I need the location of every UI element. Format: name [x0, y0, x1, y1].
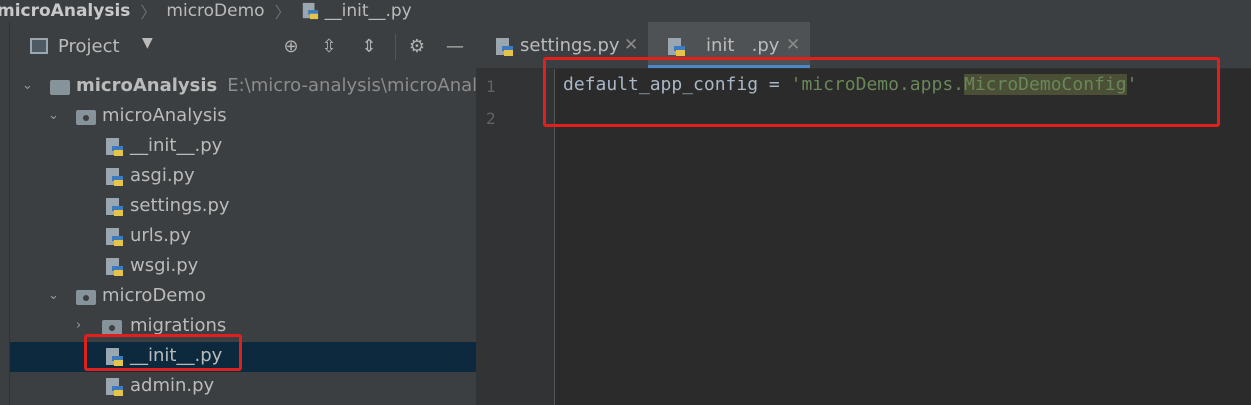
chevron-down-icon[interactable]: ⌄ — [22, 78, 33, 93]
breadcrumb-file-label: __init__.py — [324, 1, 412, 21]
tree-item-folder[interactable]: ⌄ microDemo — [10, 282, 476, 312]
chevron-right-icon[interactable]: › — [76, 318, 81, 333]
header-divider — [395, 34, 396, 60]
python-file-icon — [106, 258, 123, 276]
chevron-down-icon[interactable]: ▼ — [142, 35, 153, 51]
python-file-icon — [668, 38, 685, 56]
package-folder-icon — [76, 110, 96, 125]
tree-item-file[interactable]: settings.py — [10, 192, 476, 222]
expand-all-icon[interactable]: ⇳ — [318, 36, 340, 58]
tree-item-file[interactable]: admin.py — [10, 372, 476, 402]
breadcrumb: microAnalysis 〉 microDemo 〉 __init__.py — [0, 0, 1251, 23]
left-tool-strip — [0, 22, 10, 405]
close-icon[interactable]: ✕ — [786, 35, 800, 55]
tree-item-file[interactable]: asgi.py — [10, 162, 476, 192]
tree-item-file-selected[interactable]: __init__.py — [10, 342, 476, 372]
gear-icon[interactable]: ⚙ — [406, 36, 428, 58]
breadcrumb-separator: 〉 — [140, 3, 157, 22]
tab-label: settings.py — [520, 35, 620, 56]
python-file-icon — [106, 138, 123, 156]
python-file-icon — [302, 2, 318, 20]
tab-label: init .py — [706, 35, 780, 56]
line-number: 2 — [486, 109, 496, 128]
module-folder-icon — [50, 80, 70, 95]
tree-item-file[interactable]: wsgi.py — [10, 252, 476, 282]
project-panel-header: Project ▼ ⊕ ⇳ ⇕ ⚙ — — [10, 22, 476, 72]
breadcrumb-folder[interactable]: microDemo — [166, 1, 264, 21]
annotation-highlight-box — [84, 334, 242, 371]
tree-item-root[interactable]: ⌄ microAnalysis E:\micro-analysis\microAn… — [10, 72, 512, 102]
chevron-down-icon[interactable]: ⌄ — [48, 108, 59, 123]
python-file-icon — [106, 168, 123, 186]
tree-item-label: urls.py — [130, 225, 191, 246]
minimize-icon[interactable]: — — [444, 36, 466, 58]
tree-item-label: wsgi.py — [130, 255, 199, 276]
line-number: 1 — [486, 77, 496, 96]
breadcrumb-separator: 〉 — [274, 3, 291, 22]
close-icon[interactable]: ✕ — [624, 35, 638, 55]
tree-item-label: asgi.py — [130, 165, 195, 186]
tree-item-label: admin.py — [130, 375, 215, 396]
package-folder-icon — [102, 320, 122, 335]
annotation-highlight-box — [543, 57, 1220, 127]
tree-item-path: E:\micro-analysis\microAnalysis — [227, 75, 512, 96]
project-view-icon — [30, 38, 48, 54]
python-file-icon — [496, 38, 513, 56]
project-view-label[interactable]: Project — [58, 36, 120, 57]
tree-item-folder[interactable]: › migrations — [10, 312, 476, 342]
python-file-icon — [106, 228, 123, 246]
tree-item-label: migrations — [130, 315, 227, 336]
tree-item-label: settings.py — [130, 195, 230, 216]
tree-item-label: microDemo — [102, 285, 206, 306]
tree-item-file[interactable]: __init__.py — [10, 132, 476, 162]
python-file-icon — [106, 378, 123, 396]
collapse-all-icon[interactable]: ⇕ — [358, 36, 380, 58]
tree-item-folder[interactable]: ⌄ microAnalysis — [10, 102, 476, 132]
python-file-icon — [106, 198, 123, 216]
add-target-icon[interactable]: ⊕ — [280, 36, 302, 58]
package-folder-icon — [76, 290, 96, 305]
tree-item-label: microAnalysis — [102, 105, 227, 126]
breadcrumb-project[interactable]: microAnalysis — [0, 1, 130, 21]
tree-item-file[interactable]: urls.py — [10, 222, 476, 252]
tree-item-label: microAnalysis — [76, 75, 218, 96]
breadcrumb-file[interactable]: __init__.py — [301, 1, 412, 21]
tree-item-label: __init__.py — [130, 135, 223, 156]
project-panel: Project ▼ ⊕ ⇳ ⇕ ⚙ — ⌄ microAnalysis E:\mi… — [10, 22, 512, 405]
chevron-down-icon[interactable]: ⌄ — [48, 288, 59, 303]
